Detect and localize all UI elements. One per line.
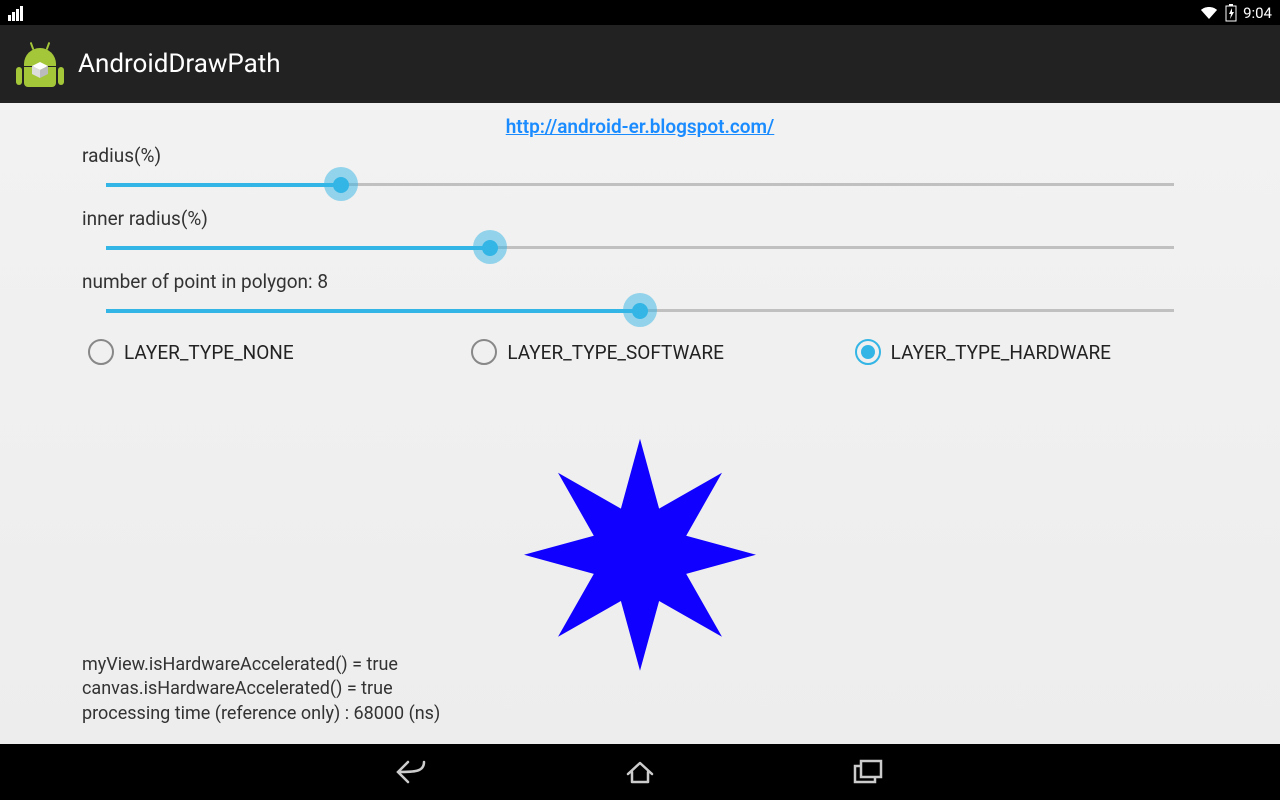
info-text: myView.isHardwareAccelerated() = true ca…: [82, 653, 440, 726]
radio-label: LAYER_TYPE_HARDWARE: [891, 341, 1111, 364]
star-shape: [520, 434, 760, 674]
status-bar: 9:04: [0, 0, 1280, 25]
points-label: number of point in polygon: 8: [82, 270, 1198, 293]
radio-label: LAYER_TYPE_NONE: [124, 341, 294, 364]
wifi-icon: [1199, 5, 1219, 21]
app-bar: AndroidDrawPath: [0, 25, 1280, 103]
app-icon: [18, 38, 62, 90]
layer-type-radio-group: LAYER_TYPE_NONE LAYER_TYPE_SOFTWARE LAYE…: [0, 333, 1280, 365]
radius-slider[interactable]: [82, 171, 1198, 199]
radio-icon: [471, 339, 497, 365]
info-line: canvas.isHardwareAccelerated() = true: [82, 677, 440, 701]
navigation-bar: [0, 744, 1280, 800]
info-line: myView.isHardwareAccelerated() = true: [82, 653, 440, 677]
radio-layer-hardware[interactable]: LAYER_TYPE_HARDWARE: [855, 339, 1198, 365]
points-slider[interactable]: [82, 297, 1198, 325]
inner-radius-slider[interactable]: [82, 234, 1198, 262]
radio-label: LAYER_TYPE_SOFTWARE: [507, 341, 724, 364]
home-button[interactable]: [616, 752, 664, 792]
status-signal-icon: [8, 5, 23, 21]
clock: 9:04: [1243, 4, 1272, 22]
content-area: http://android-er.blogspot.com/ radius(%…: [0, 103, 1280, 744]
radio-icon: [855, 339, 881, 365]
info-line: processing time (reference only) : 68000…: [82, 702, 440, 726]
radio-layer-none[interactable]: LAYER_TYPE_NONE: [88, 339, 431, 365]
radius-label: radius(%): [82, 144, 1198, 167]
radio-layer-software[interactable]: LAYER_TYPE_SOFTWARE: [471, 339, 814, 365]
radio-icon: [88, 339, 114, 365]
app-title: AndroidDrawPath: [78, 49, 281, 79]
blog-link[interactable]: http://android-er.blogspot.com/: [0, 115, 1280, 138]
back-button[interactable]: [388, 752, 436, 792]
battery-charging-icon: [1225, 4, 1237, 22]
recents-button[interactable]: [844, 752, 892, 792]
inner-radius-label: inner radius(%): [82, 207, 1198, 230]
